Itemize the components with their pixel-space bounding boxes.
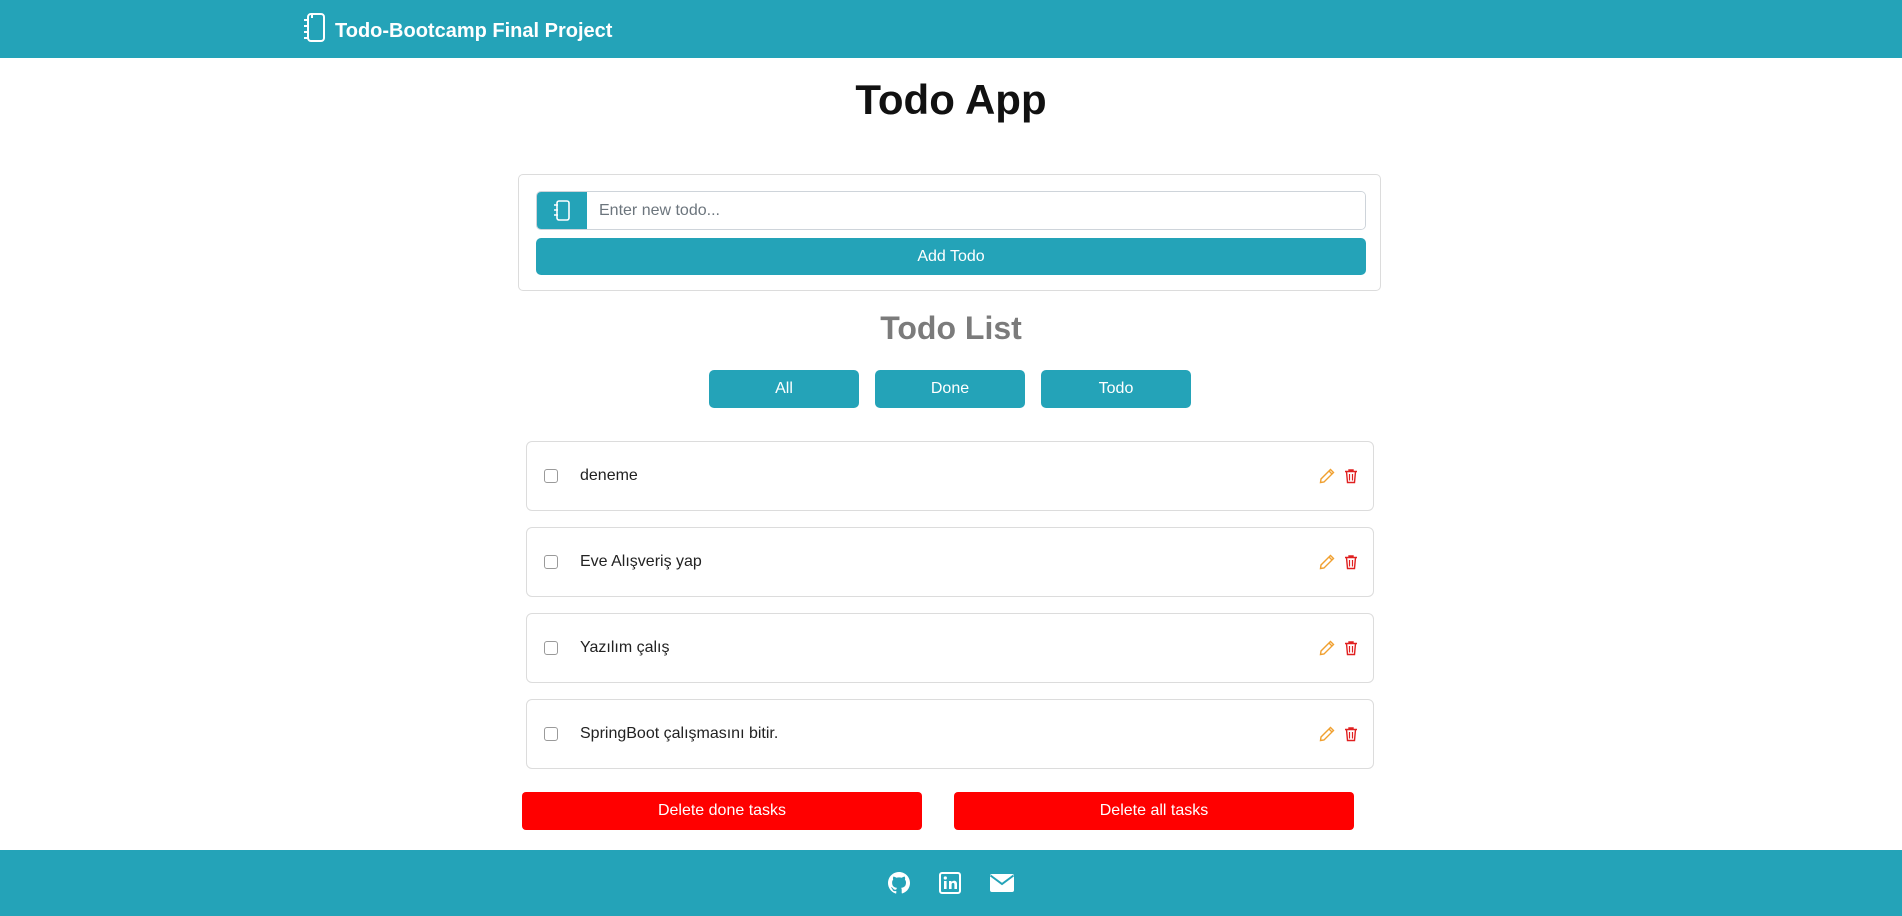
github-icon[interactable] xyxy=(887,871,911,895)
filter-all-button[interactable]: All xyxy=(709,370,859,408)
navbar-brand[interactable]: Todo-Bootcamp Final Project xyxy=(301,12,612,50)
todo-item: SpringBoot çalışmasını bitir. xyxy=(526,699,1374,769)
edit-pencil-icon[interactable] xyxy=(1319,468,1335,484)
trash-icon[interactable] xyxy=(1343,726,1359,742)
todo-list-title: Todo List xyxy=(880,310,1022,346)
notebook-icon xyxy=(301,12,335,50)
footer xyxy=(0,850,1902,916)
filter-group: All Done Todo xyxy=(709,370,1207,408)
trash-icon[interactable] xyxy=(1343,554,1359,570)
todo-checkbox[interactable] xyxy=(544,469,558,483)
todo-checkbox[interactable] xyxy=(544,727,558,741)
notebook-icon xyxy=(537,192,587,229)
todo-item: Yazılım çalış xyxy=(526,613,1374,683)
filter-todo-button[interactable]: Todo xyxy=(1041,370,1191,408)
envelope-icon[interactable] xyxy=(989,873,1015,893)
todo-checkbox[interactable] xyxy=(544,641,558,655)
todo-text: Eve Alışveriş yap xyxy=(580,553,702,570)
delete-done-tasks-button[interactable]: Delete done tasks xyxy=(522,792,922,830)
todo-actions xyxy=(1311,726,1359,742)
todo-actions xyxy=(1311,554,1359,570)
todo-checkbox[interactable] xyxy=(544,555,558,569)
navbar: Todo-Bootcamp Final Project xyxy=(0,0,1902,58)
brand-title: Todo-Bootcamp Final Project xyxy=(335,19,613,42)
todo-text: SpringBoot çalışmasını bitir. xyxy=(580,725,779,742)
todo-actions xyxy=(1311,468,1359,484)
todo-item: deneme xyxy=(526,441,1374,511)
trash-icon[interactable] xyxy=(1343,640,1359,656)
add-todo-card: Add Todo xyxy=(518,174,1381,291)
edit-pencil-icon[interactable] xyxy=(1319,554,1335,570)
trash-icon[interactable] xyxy=(1343,468,1359,484)
todo-text: Yazılım çalış xyxy=(580,639,670,656)
edit-pencil-icon[interactable] xyxy=(1319,640,1335,656)
delete-all-tasks-button[interactable]: Delete all tasks xyxy=(954,792,1354,830)
todo-input-group xyxy=(536,191,1366,230)
todo-text: deneme xyxy=(580,467,638,484)
page-title: Todo App xyxy=(855,76,1047,123)
edit-pencil-icon[interactable] xyxy=(1319,726,1335,742)
linkedin-icon[interactable] xyxy=(939,872,961,894)
filter-done-button[interactable]: Done xyxy=(875,370,1025,408)
todo-actions xyxy=(1311,640,1359,656)
todo-item: Eve Alışveriş yap xyxy=(526,527,1374,597)
new-todo-input[interactable] xyxy=(587,192,1365,229)
add-todo-button[interactable]: Add Todo xyxy=(536,238,1366,275)
